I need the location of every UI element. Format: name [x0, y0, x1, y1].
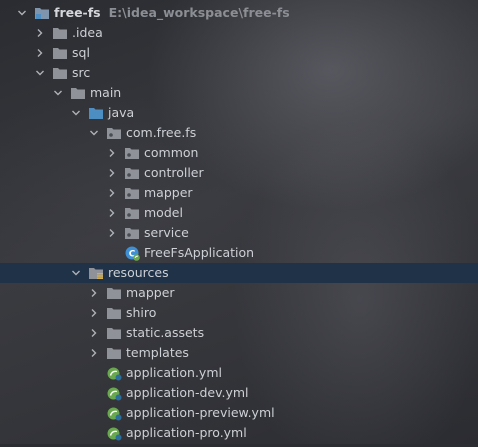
chevron-down-icon[interactable] [88, 123, 100, 143]
tree-row-mapper[interactable]: mapper [0, 283, 478, 303]
yml-file-icon [106, 365, 122, 381]
folder-icon [106, 346, 122, 360]
tree-row-main[interactable]: main [0, 83, 478, 103]
chevron-down-icon[interactable] [52, 83, 64, 103]
chevron-down-icon[interactable] [70, 103, 82, 123]
package-icon [124, 226, 140, 240]
tree-item-label: static.assets [126, 325, 205, 340]
tree-item-label: application.yml [126, 365, 222, 380]
source-folder-icon [88, 106, 104, 120]
folder-icon [106, 326, 122, 340]
yml-file-icon [106, 405, 122, 421]
folder-icon [52, 66, 68, 80]
tree-row-service[interactable]: service [0, 223, 478, 243]
chevron-right-icon[interactable] [106, 223, 118, 243]
tree-row-shiro[interactable]: shiro [0, 303, 478, 323]
tree-row-application-yml[interactable]: application.yml [0, 363, 478, 383]
tree-row-com-free-fs[interactable]: com.free.fs [0, 123, 478, 143]
tree-item-label: model [144, 205, 183, 220]
tree-item-label: main [90, 85, 122, 100]
tree-row-static-assets[interactable]: static.assets [0, 323, 478, 343]
tree-row-resources[interactable]: resources [0, 263, 478, 283]
yml-file-icon [106, 425, 122, 441]
chevron-right-icon[interactable] [106, 183, 118, 203]
tree-item-label: mapper [126, 285, 175, 300]
folder-icon [52, 26, 68, 40]
chevron-right-icon[interactable] [88, 343, 100, 363]
tree-row-application-pro-yml[interactable]: application-pro.yml [0, 423, 478, 443]
tree-item-label: src [72, 65, 91, 80]
tree-item-label: com.free.fs [126, 125, 197, 140]
tree-item-label: free-fs E:\idea_workspace\free-fs [54, 5, 290, 20]
tree-item-label: application-pro.yml [126, 425, 247, 440]
chevron-right-icon[interactable] [106, 143, 118, 163]
folder-icon [52, 46, 68, 60]
tree-item-label: java [108, 105, 135, 120]
chevron-right-icon[interactable] [106, 203, 118, 223]
package-icon [124, 146, 140, 160]
tree-row-mapper[interactable]: mapper [0, 183, 478, 203]
tree-row-free-fs[interactable]: free-fs E:\idea_workspace\free-fs [0, 3, 478, 23]
tree-row-sql[interactable]: sql [0, 43, 478, 63]
tree-item-label: .idea [72, 25, 103, 40]
chevron-right-icon[interactable] [34, 23, 46, 43]
chevron-right-icon[interactable] [88, 323, 100, 343]
tree-item-label: controller [144, 165, 204, 180]
folder-icon [106, 286, 122, 300]
tree-item-label: templates [126, 345, 189, 360]
tree-row-templates[interactable]: templates [0, 343, 478, 363]
package-icon [106, 126, 122, 140]
tree-row-src[interactable]: src [0, 63, 478, 83]
tree-row-model[interactable]: model [0, 203, 478, 223]
tree-row--idea[interactable]: .idea [0, 23, 478, 43]
package-icon [124, 186, 140, 200]
spring-class-icon: C [124, 245, 140, 261]
tree-item-label: mapper [144, 185, 193, 200]
tree-row-application-dev-yml[interactable]: application-dev.yml [0, 383, 478, 403]
chevron-right-icon[interactable] [88, 283, 100, 303]
chevron-down-icon[interactable] [70, 263, 82, 283]
yml-file-icon [106, 385, 122, 401]
chevron-down-icon[interactable] [34, 63, 46, 83]
tree-item-label: service [144, 225, 189, 240]
resources-folder-icon [88, 266, 104, 280]
package-icon [124, 166, 140, 180]
tree-row-freefsapplication[interactable]: C FreeFsApplication [0, 243, 478, 263]
package-icon [124, 206, 140, 220]
tree-item-label: FreeFsApplication [144, 245, 255, 260]
module-folder-icon [34, 6, 50, 20]
folder-icon [70, 86, 86, 100]
tree-item-label: shiro [126, 305, 157, 320]
chevron-right-icon[interactable] [106, 163, 118, 183]
tree-row-controller[interactable]: controller [0, 163, 478, 183]
chevron-right-icon[interactable] [34, 43, 46, 63]
chevron-down-icon[interactable] [16, 3, 28, 23]
tree-row-common[interactable]: common [0, 143, 478, 163]
tree-row-java[interactable]: java [0, 103, 478, 123]
tree-item-label: common [144, 145, 199, 160]
folder-icon [106, 306, 122, 320]
tree-item-label: application-preview.yml [126, 405, 275, 420]
project-path: E:\idea_workspace\free-fs [108, 5, 290, 20]
tree-item-label: application-dev.yml [126, 385, 249, 400]
tree-item-label: sql [72, 45, 90, 60]
tree-row-application-preview-yml[interactable]: application-preview.yml [0, 403, 478, 423]
tree-item-label: resources [108, 265, 169, 280]
chevron-right-icon[interactable] [88, 303, 100, 323]
